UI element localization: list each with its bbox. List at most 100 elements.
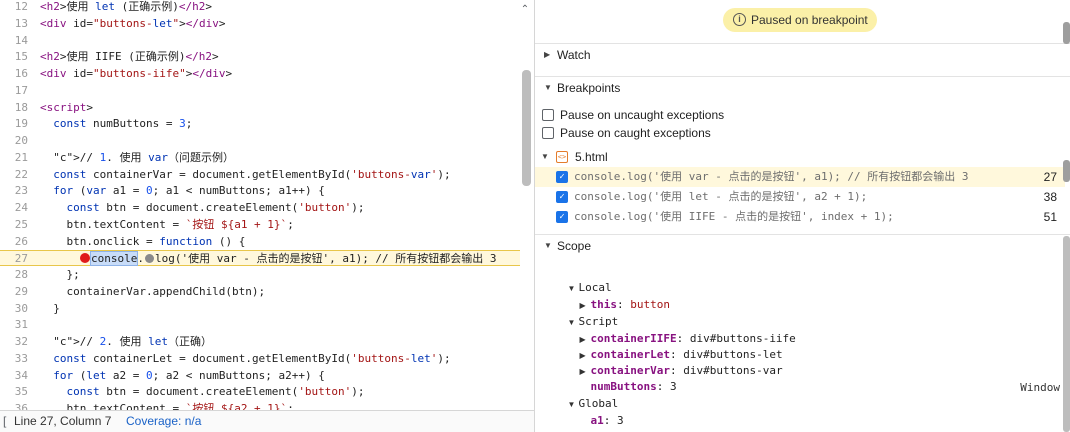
code-line[interactable]: 25 btn.textContent = `按钮 ${a1 + 1}`; xyxy=(0,217,520,233)
scope-script-row[interactable]: ▼ Script xyxy=(541,298,619,328)
debugger-sidebar: i Paused on breakpoint ▶ Watch ▼ Breakpo… xyxy=(535,0,1070,432)
inline-breakpoint-icon[interactable] xyxy=(144,254,154,263)
breakpoint-item[interactable]: ✓ console.log('使用 let - 点击的是按钮', a2 + 1)… xyxy=(535,187,1065,207)
breakpoints-scrollbar[interactable] xyxy=(1063,160,1070,182)
status-bracket-icon: [ xyxy=(3,414,7,428)
breakpoints-section-header[interactable]: ▼ Breakpoints xyxy=(535,76,1070,98)
code-line[interactable]: 28 }; xyxy=(0,267,520,283)
line-number[interactable]: 32 xyxy=(0,334,28,350)
pause-caught-row[interactable]: Pause on caught exceptions xyxy=(535,124,1070,142)
expand-right-icon: ▶ xyxy=(544,50,551,59)
line-number[interactable]: 34 xyxy=(0,368,28,384)
code-line[interactable]: 23 for (var a1 = 0; a1 < numButtons; a1+… xyxy=(0,183,520,199)
code-text: const containerVar = document.getElement… xyxy=(53,168,451,181)
line-number[interactable]: 12 xyxy=(0,0,28,15)
code-text: btn.onclick = function () { xyxy=(40,235,246,248)
highlighted-token: console xyxy=(89,251,139,266)
code-text: btn.textContent = `按钮 ${a2 + 1}`; xyxy=(40,402,294,410)
pause-caught-checkbox[interactable] xyxy=(542,127,554,139)
code-line[interactable]: 34 for (let a2 = 0; a2 < numButtons; a2+… xyxy=(0,368,520,384)
line-number[interactable]: 29 xyxy=(0,284,28,300)
line-number[interactable]: 23 xyxy=(0,183,28,199)
scope-var-row[interactable]: ▶ containerIIFE: div#buttons-iife xyxy=(553,315,796,345)
code-line[interactable]: 29 containerVar.appendChild(btn); xyxy=(0,284,520,300)
code-line[interactable]: 15 <h2>使用 IIFE (正确示例)</h2> xyxy=(0,49,520,65)
breakpoint-code: console.log('使用 IIFE - 点击的是按钮', index + … xyxy=(574,210,894,223)
line-number[interactable]: 15 xyxy=(0,49,28,65)
scope-label: Scope xyxy=(557,239,592,253)
code-line[interactable]: 27 console. log('使用 var - 点击的是按钮', a1); //… xyxy=(0,250,520,266)
code-line[interactable]: 32 "c">// 2. 使用 let（正确） xyxy=(0,334,520,350)
code-editor[interactable]: 12 <h2>使用 let (正确示例)</h2> 13 <div id="butto… xyxy=(0,0,534,410)
code-text: <div id="buttons-iife"></div> xyxy=(40,67,233,80)
scope-section-header[interactable]: ▼ Scope xyxy=(535,234,1070,256)
code-line[interactable]: 31 xyxy=(0,317,520,333)
code-line[interactable]: 36 btn.textContent = `按钮 ${a2 + 1}`; xyxy=(0,401,520,410)
line-number[interactable]: 35 xyxy=(0,384,28,400)
code-line[interactable]: 17 xyxy=(0,83,520,99)
line-number[interactable]: 21 xyxy=(0,150,28,166)
code-line[interactable]: 19 const numButtons = 3; xyxy=(0,116,520,132)
line-number[interactable]: 28 xyxy=(0,267,28,283)
scope-var-row[interactable]: ▶ containerVar: div#buttons-var xyxy=(553,347,783,377)
scope-scrollbar[interactable] xyxy=(1063,236,1070,432)
code-line[interactable]: 20 xyxy=(0,133,520,149)
breakpoint-line-number: 51 xyxy=(1043,210,1057,224)
code-line[interactable]: 22 const containerVar = document.getElem… xyxy=(0,167,520,183)
line-number[interactable]: 17 xyxy=(0,83,28,99)
coverage-link[interactable]: Coverage: n/a xyxy=(126,411,201,432)
code-line[interactable]: 24 const btn = document.createElement('b… xyxy=(0,200,520,216)
panel-scrollbar[interactable] xyxy=(1063,22,1070,44)
line-number[interactable]: 33 xyxy=(0,351,28,367)
line-number[interactable]: 16 xyxy=(0,66,28,82)
breakpoints-label: Breakpoints xyxy=(557,81,621,95)
breakpoint-code: console.log('使用 let - 点击的是按钮', a2 + 1); xyxy=(574,190,868,203)
expand-down-icon: ▼ xyxy=(544,83,552,92)
line-number[interactable]: 13 xyxy=(0,16,28,32)
code-text: const numButtons = 3; xyxy=(53,117,193,130)
line-number[interactable]: 18 xyxy=(0,100,28,116)
line-number[interactable]: 36 xyxy=(0,401,28,410)
scope-global-row[interactable]: ▼ Global xyxy=(541,380,619,410)
code-line[interactable]: 30 } xyxy=(0,301,520,317)
code-line[interactable]: 16 <div id="buttons-iife"></div> xyxy=(0,66,520,82)
line-number[interactable]: 25 xyxy=(0,217,28,233)
pause-uncaught-checkbox[interactable] xyxy=(542,109,554,121)
scope-var-value: div#buttons-var xyxy=(683,364,783,377)
code-line[interactable]: 12 <h2>使用 let (正确示例)</h2> xyxy=(0,0,520,15)
breakpoint-checkbox[interactable]: ✓ xyxy=(556,211,568,223)
editor-scrollbar[interactable] xyxy=(522,70,531,186)
scope-var-row[interactable]: ▶ this: button xyxy=(553,281,671,311)
expand-down-icon: ▼ xyxy=(544,241,552,250)
code-line[interactable]: 21 "c">// 1. 使用 var（问题示例） xyxy=(0,150,520,166)
scope-local-row[interactable]: ▼ Local xyxy=(541,264,612,294)
code-line[interactable]: 13 <div id="buttons-let"></div> xyxy=(0,16,520,32)
line-number[interactable]: 30 xyxy=(0,301,28,317)
line-number[interactable]: 14 xyxy=(0,33,28,49)
code-line[interactable]: 18 <script> xyxy=(0,100,520,116)
code-line[interactable]: 33 const containerLet = document.getElem… xyxy=(0,351,520,367)
watch-section-header[interactable]: ▶ Watch xyxy=(535,43,1070,65)
line-number[interactable]: 19 xyxy=(0,116,28,132)
breakpoint-checkbox[interactable]: ✓ xyxy=(556,171,568,183)
line-number[interactable]: 31 xyxy=(0,317,28,333)
breakpoint-item[interactable]: ✓ console.log('使用 IIFE - 点击的是按钮', index … xyxy=(535,207,1065,227)
code-text: <h2>使用 IIFE (正确示例)</h2> xyxy=(40,50,219,63)
breakpoint-marker-icon[interactable] xyxy=(80,253,90,263)
code-line[interactable]: 14 xyxy=(0,33,520,49)
code-text: for (var a1 = 0; a1 < numButtons; a1++) … xyxy=(53,184,325,197)
global-type: Window xyxy=(1020,381,1060,394)
code-line[interactable]: 35 const btn = document.createElement('b… xyxy=(0,384,520,400)
breakpoint-checkbox[interactable]: ✓ xyxy=(556,191,568,203)
line-number[interactable]: 22 xyxy=(0,167,28,183)
breakpoint-file-row[interactable]: ▼ <> 5.html xyxy=(535,148,1070,166)
scope-var-row[interactable]: ▶ containerLet: div#buttons-let xyxy=(553,331,783,361)
line-number[interactable]: 24 xyxy=(0,200,28,216)
collapse-editor-icon[interactable]: ⌃ xyxy=(519,4,531,16)
pause-uncaught-row[interactable]: Pause on uncaught exceptions xyxy=(535,106,1070,124)
line-number[interactable]: 26 xyxy=(0,234,28,250)
line-number[interactable]: 27 xyxy=(0,251,28,267)
code-line[interactable]: 26 btn.onclick = function () { xyxy=(0,234,520,250)
breakpoint-item[interactable]: ✓ console.log('使用 var - 点击的是按钮', a1); //… xyxy=(535,167,1065,187)
line-number[interactable]: 20 xyxy=(0,133,28,149)
